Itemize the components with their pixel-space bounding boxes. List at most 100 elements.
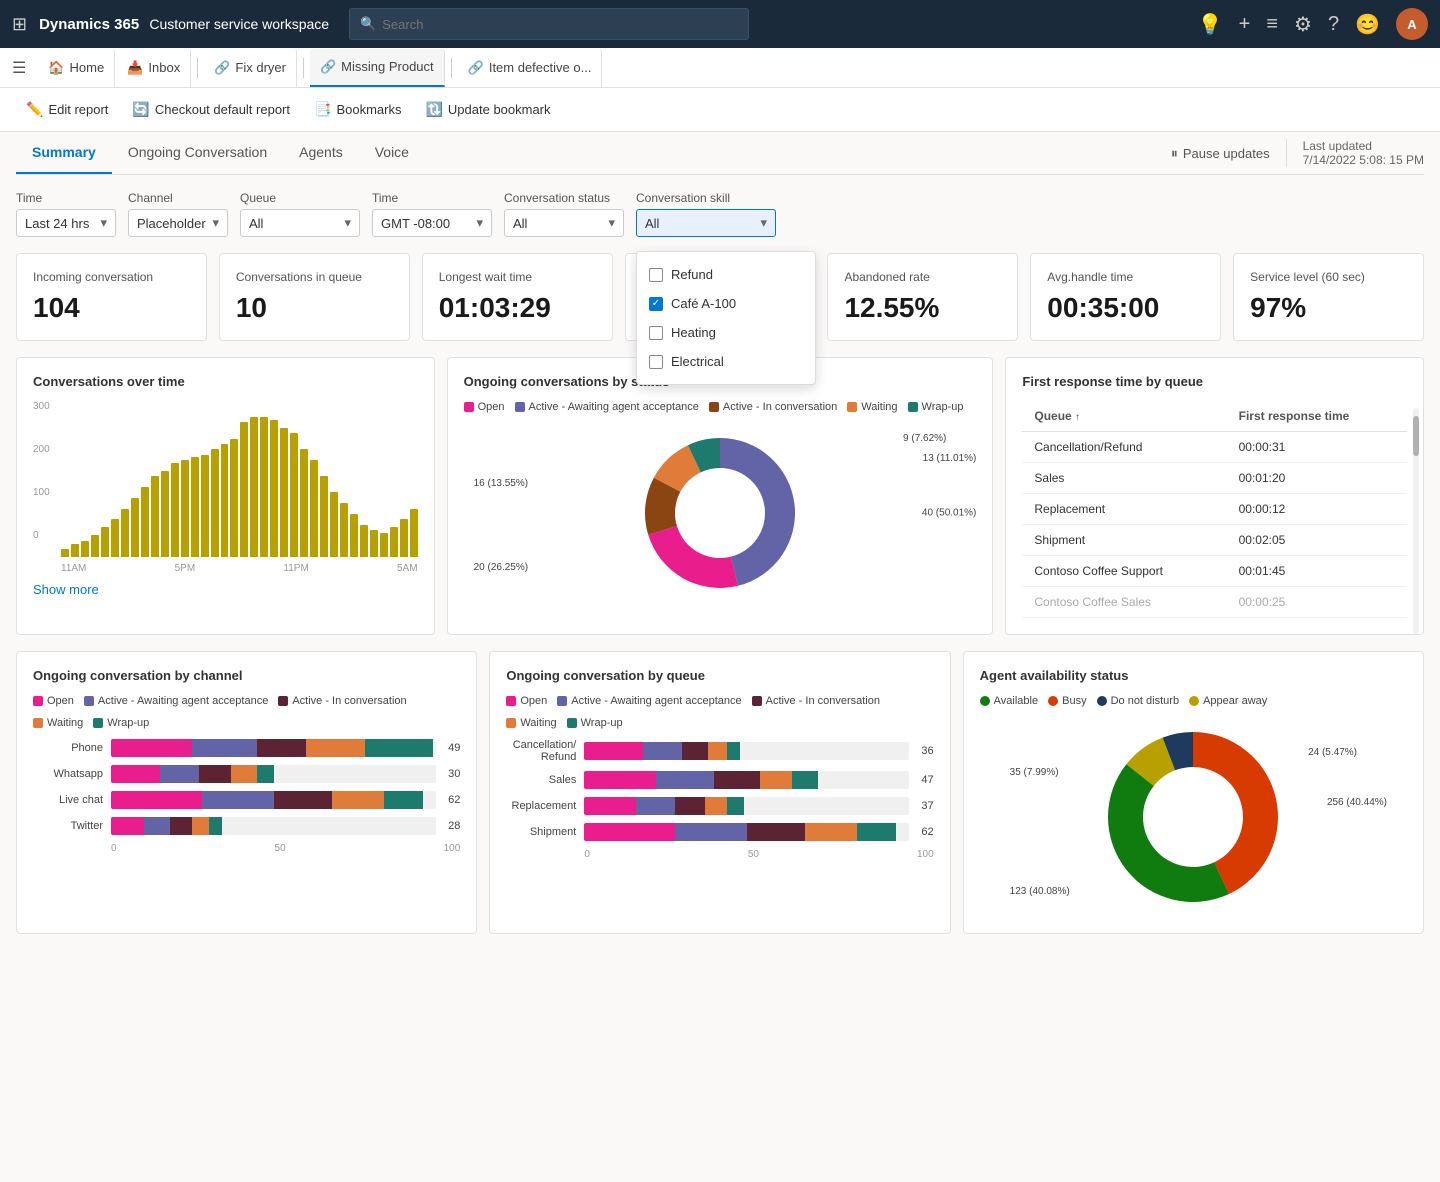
search-icon: 🔍 [360, 16, 376, 32]
sub-tab-ongoing[interactable]: Ongoing Conversation [112, 132, 283, 174]
pause-icon: ⏸ [1171, 145, 1178, 162]
queue-chart-title: Ongoing conversation by queue [506, 668, 933, 683]
help-icon[interactable]: ? [1328, 13, 1339, 36]
user-status-icon[interactable]: 😊 [1355, 12, 1380, 37]
update-icon: 🔃 [425, 101, 442, 118]
chevron-down-icon-5: ▾ [608, 215, 615, 231]
chevron-down-icon: ▾ [100, 215, 107, 231]
filters-row: Time Last 24 hrs ▾ Channel Placeholder ▾… [16, 191, 1424, 237]
link-icon-2: 🔗 [320, 59, 336, 75]
refresh-icon: 🔄 [132, 101, 149, 118]
status-legend: Open Active - Awaiting agent acceptance … [464, 401, 977, 413]
checkout-report-button[interactable]: 🔄 Checkout default report [122, 96, 300, 123]
tab-item-defective[interactable]: 🔗 Item defective o... [458, 49, 603, 87]
cafe-checkbox[interactable]: ✓ [649, 297, 663, 311]
tab-missing-product[interactable]: 🔗 Missing Product [310, 49, 445, 87]
nav-actions: 💡 + ≡ ⚙ ? 😊 A [1198, 8, 1428, 40]
bookmarks-button[interactable]: 📑 Bookmarks [304, 96, 411, 123]
filter-conv-skill-select[interactable]: All ▾ [636, 209, 776, 237]
skill-option-heating[interactable]: Heating [637, 318, 815, 347]
kpi-service-level: Service level (60 sec) 97% [1233, 253, 1424, 341]
chevron-down-icon-2: ▾ [212, 215, 219, 231]
sub-tab-bar: Summary Ongoing Conversation Agents Voic… [16, 132, 1424, 175]
sub-tab-agents[interactable]: Agents [283, 132, 359, 174]
h-bar-row: Phone49 [33, 739, 460, 757]
last-updated-display: Last updated 7/14/2022 5:08: 15 PM [1286, 139, 1424, 167]
skill-option-electrical[interactable]: Electrical [637, 347, 815, 376]
lightbulb-icon[interactable]: 💡 [1198, 12, 1223, 37]
ongoing-by-channel-card: Ongoing conversation by channel Open Act… [16, 651, 477, 934]
link-icon-3: 🔗 [468, 60, 484, 76]
queue-header[interactable]: Queue ↑ [1022, 401, 1226, 432]
settings-icon[interactable]: ⚙ [1294, 12, 1312, 37]
kpi-abandoned-rate: Abandoned rate 12.55% [827, 253, 1018, 341]
chevron-down-icon-4: ▾ [476, 215, 483, 231]
update-bookmark-button[interactable]: 🔃 Update bookmark [415, 96, 560, 123]
table-row: Sales 00:01:20 [1022, 463, 1407, 494]
conv-over-time-title: Conversations over time [33, 374, 418, 389]
skill-option-refund[interactable]: Refund [637, 260, 815, 289]
agent-legend: Available Busy Do not disturb Appear awa… [980, 695, 1407, 707]
search-bar[interactable]: 🔍 [349, 8, 749, 40]
kpi-avg-handle-time: Avg.handle time 00:35:00 [1030, 253, 1221, 341]
h-bar-row: Twitter28 [33, 817, 460, 835]
h-bar-row: Shipment62 [506, 823, 933, 841]
queue-legend: Open Active - Awaiting agent acceptance … [506, 695, 933, 729]
skill-dropdown: Refund ✓ Café A-100 Heating Electrical [636, 251, 816, 385]
h-bar-row: Live chat62 [33, 791, 460, 809]
avatar[interactable]: A [1396, 8, 1428, 40]
table-row: Replacement 00:00:12 [1022, 494, 1407, 525]
chevron-down-icon-6: ▾ [760, 215, 767, 231]
main-content: Summary Ongoing Conversation Agents Voic… [0, 132, 1440, 1182]
table-row: Contoso Coffee Support 00:01:45 [1022, 556, 1407, 587]
agent-availability-card: Agent availability status Available Busy… [963, 651, 1424, 934]
agent-availability-title: Agent availability status [980, 668, 1407, 683]
search-input[interactable] [382, 17, 738, 32]
app-title: Dynamics 365 Customer service workspace [39, 16, 329, 33]
grid-icon[interactable]: ⊞ [12, 14, 27, 35]
refund-checkbox[interactable] [649, 268, 663, 282]
filter-time-select[interactable]: Last 24 hrs ▾ [16, 209, 116, 237]
table-row: Shipment 00:02:05 [1022, 525, 1407, 556]
filter-timezone: Time GMT -08:00 ▾ [372, 191, 492, 237]
toolbar: ✏️ Edit report 🔄 Checkout default report… [0, 88, 1440, 132]
channel-bar-chart: Phone49 Whatsapp30 Live chat62 Twitter28 [33, 739, 460, 835]
kpi-longest-wait-time: Longest wait time 01:03:29 [422, 253, 613, 341]
first-response-table: Queue ↑ First response time Cancellation… [1022, 401, 1407, 618]
heating-checkbox[interactable] [649, 326, 663, 340]
tab-menu-icon[interactable]: ☰ [8, 54, 30, 82]
filter-timezone-select[interactable]: GMT -08:00 ▾ [372, 209, 492, 237]
filter-conv-skill: Conversation skill All ▾ Refund ✓ Café A… [636, 191, 776, 237]
queue-bar-chart: Cancellation/ Refund36 Sales47 Replacement… [506, 739, 933, 841]
chevron-down-icon-3: ▾ [344, 215, 351, 231]
sub-tab-summary[interactable]: Summary [16, 132, 112, 174]
filter-queue-select[interactable]: All ▾ [240, 209, 360, 237]
filter-icon[interactable]: ≡ [1266, 13, 1278, 36]
edit-report-button[interactable]: ✏️ Edit report [16, 96, 118, 123]
h-bar-row: Cancellation/ Refund36 [506, 739, 933, 763]
filter-channel-select[interactable]: Placeholder ▾ [128, 209, 228, 237]
filter-conv-status-select[interactable]: All ▾ [504, 209, 624, 237]
tab-fix-dryer[interactable]: 🔗 Fix dryer [204, 49, 297, 87]
channel-legend: Open Active - Awaiting agent acceptance … [33, 695, 460, 729]
show-more-link[interactable]: Show more [33, 582, 99, 597]
bookmark-icon: 📑 [314, 101, 331, 118]
table-row: Cancellation/Refund 00:00:31 [1022, 432, 1407, 463]
pause-updates-button[interactable]: ⏸ Pause updates [1171, 145, 1270, 162]
response-time-header[interactable]: First response time [1227, 401, 1407, 432]
tab-home[interactable]: 🏠 Home [38, 49, 115, 87]
add-icon[interactable]: + [1239, 13, 1251, 36]
tab-bar: ☰ 🏠 Home 📥 Inbox 🔗 Fix dryer 🔗 Missing P… [0, 48, 1440, 88]
h-bar-row: Replacement37 [506, 797, 933, 815]
sub-tab-voice[interactable]: Voice [359, 132, 425, 174]
conv-over-time-card: Conversations over time 300 200 100 0 11… [16, 357, 435, 635]
top-navigation: ⊞ Dynamics 365 Customer service workspac… [0, 0, 1440, 48]
skill-option-cafe[interactable]: ✓ Café A-100 [637, 289, 815, 318]
home-icon: 🏠 [48, 60, 64, 76]
tab-inbox[interactable]: 📥 Inbox [117, 49, 191, 87]
first-response-time-card: First response time by queue Queue ↑ Fir… [1005, 357, 1424, 635]
h-bar-row: Sales47 [506, 771, 933, 789]
electrical-checkbox[interactable] [649, 355, 663, 369]
header-right: ⏸ Pause updates Last updated 7/14/2022 5… [1171, 139, 1424, 167]
h-bar-row: Whatsapp30 [33, 765, 460, 783]
